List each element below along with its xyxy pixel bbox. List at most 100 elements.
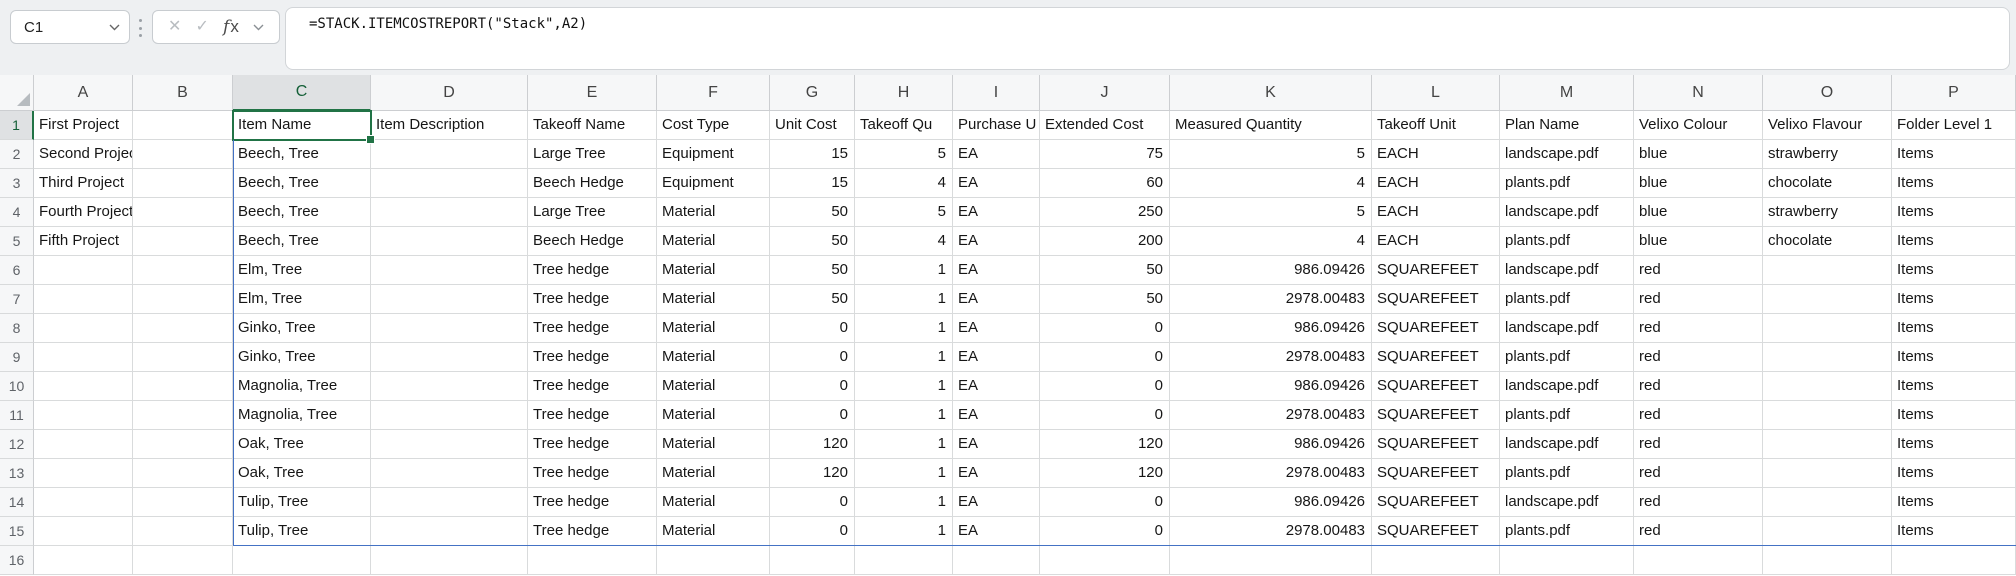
cell-B6[interactable] (133, 256, 233, 285)
cell-N13[interactable]: red (1634, 459, 1763, 488)
cell-K13[interactable]: 2978.00483 (1170, 459, 1372, 488)
column-header-G[interactable]: G (770, 75, 855, 111)
cell-N2[interactable]: blue (1634, 140, 1763, 169)
cell-H14[interactable]: 1 (855, 488, 953, 517)
cell-E7[interactable]: Tree hedge (528, 285, 657, 314)
cell-O6[interactable] (1763, 256, 1892, 285)
column-header-N[interactable]: N (1634, 75, 1763, 111)
cell-A15[interactable] (34, 517, 133, 546)
cell-J3[interactable]: 60 (1040, 169, 1170, 198)
cell-B2[interactable] (133, 140, 233, 169)
cell-B15[interactable] (133, 517, 233, 546)
cell-K7[interactable]: 2978.00483 (1170, 285, 1372, 314)
cell-K8[interactable]: 986.09426 (1170, 314, 1372, 343)
column-header-P[interactable]: P (1892, 75, 2016, 111)
cell-L10[interactable]: SQUAREFEET (1372, 372, 1500, 401)
cell-F4[interactable]: Material (657, 198, 770, 227)
cell-G14[interactable]: 0 (770, 488, 855, 517)
cell-K5[interactable]: 4 (1170, 227, 1372, 256)
cell-C13[interactable]: Oak, Tree (233, 459, 371, 488)
cell-E9[interactable]: Tree hedge (528, 343, 657, 372)
cell-E3[interactable]: Beech Hedge (528, 169, 657, 198)
cell-H1[interactable]: Takeoff Qu (855, 111, 953, 140)
cell-G8[interactable]: 0 (770, 314, 855, 343)
cell-H6[interactable]: 1 (855, 256, 953, 285)
cell-H9[interactable]: 1 (855, 343, 953, 372)
column-header-E[interactable]: E (528, 75, 657, 111)
column-header-B[interactable]: B (133, 75, 233, 111)
cell-D12[interactable] (371, 430, 528, 459)
row-header-1[interactable]: 1 (0, 111, 34, 140)
cell-C9[interactable]: Ginko, Tree (233, 343, 371, 372)
fill-handle[interactable] (366, 135, 375, 144)
cell-I7[interactable]: EA (953, 285, 1040, 314)
cell-D11[interactable] (371, 401, 528, 430)
cell-E13[interactable]: Tree hedge (528, 459, 657, 488)
cell-C8[interactable]: Ginko, Tree (233, 314, 371, 343)
cell-P5[interactable]: Items (1892, 227, 2016, 256)
cell-O3[interactable]: chocolate (1763, 169, 1892, 198)
cell-H2[interactable]: 5 (855, 140, 953, 169)
column-header-A[interactable]: A (34, 75, 133, 111)
cell-J4[interactable]: 250 (1040, 198, 1170, 227)
cell-L1[interactable]: Takeoff Unit (1372, 111, 1500, 140)
cell-K3[interactable]: 4 (1170, 169, 1372, 198)
cell-A3[interactable]: Third Project (34, 169, 133, 198)
cell-I5[interactable]: EA (953, 227, 1040, 256)
cell-C3[interactable]: Beech, Tree (233, 169, 371, 198)
cell-H3[interactable]: 4 (855, 169, 953, 198)
cell-C6[interactable]: Elm, Tree (233, 256, 371, 285)
cell-M14[interactable]: landscape.pdf (1500, 488, 1634, 517)
formula-input[interactable]: =STACK.ITEMCOSTREPORT("Stack",A2) (285, 7, 2010, 70)
cell-J15[interactable]: 0 (1040, 517, 1170, 546)
cell-P15[interactable]: Items (1892, 517, 2016, 546)
cell-I9[interactable]: EA (953, 343, 1040, 372)
cell-G5[interactable]: 50 (770, 227, 855, 256)
cell-H13[interactable]: 1 (855, 459, 953, 488)
cell-K14[interactable]: 986.09426 (1170, 488, 1372, 517)
cell-E4[interactable]: Large Tree (528, 198, 657, 227)
cell-B13[interactable] (133, 459, 233, 488)
cell-L12[interactable]: SQUAREFEET (1372, 430, 1500, 459)
cell-M11[interactable]: plants.pdf (1500, 401, 1634, 430)
cell-J11[interactable]: 0 (1040, 401, 1170, 430)
cell-D9[interactable] (371, 343, 528, 372)
cell-G13[interactable]: 120 (770, 459, 855, 488)
cell-H15[interactable]: 1 (855, 517, 953, 546)
cell-F7[interactable]: Material (657, 285, 770, 314)
cell-G15[interactable]: 0 (770, 517, 855, 546)
cell-K11[interactable]: 2978.00483 (1170, 401, 1372, 430)
cell-K9[interactable]: 2978.00483 (1170, 343, 1372, 372)
cell-M8[interactable]: landscape.pdf (1500, 314, 1634, 343)
cell-H8[interactable]: 1 (855, 314, 953, 343)
cell-O16[interactable] (1763, 546, 1892, 575)
cell-C7[interactable]: Elm, Tree (233, 285, 371, 314)
cell-O7[interactable] (1763, 285, 1892, 314)
column-header-C[interactable]: C (233, 75, 371, 111)
row-header-16[interactable]: 16 (0, 546, 34, 575)
cell-L11[interactable]: SQUAREFEET (1372, 401, 1500, 430)
cell-F12[interactable]: Material (657, 430, 770, 459)
cell-O15[interactable] (1763, 517, 1892, 546)
cell-M6[interactable]: landscape.pdf (1500, 256, 1634, 285)
cell-A5[interactable]: Fifth Project (34, 227, 133, 256)
select-all-corner[interactable] (0, 75, 34, 111)
cell-I8[interactable]: EA (953, 314, 1040, 343)
cell-B12[interactable] (133, 430, 233, 459)
row-header-4[interactable]: 4 (0, 198, 34, 227)
cell-J13[interactable]: 120 (1040, 459, 1170, 488)
column-header-M[interactable]: M (1500, 75, 1634, 111)
cell-N3[interactable]: blue (1634, 169, 1763, 198)
row-header-9[interactable]: 9 (0, 343, 34, 372)
cell-P6[interactable]: Items (1892, 256, 2016, 285)
cell-O13[interactable] (1763, 459, 1892, 488)
cell-H7[interactable]: 1 (855, 285, 953, 314)
cell-L9[interactable]: SQUAREFEET (1372, 343, 1500, 372)
cell-K12[interactable]: 986.09426 (1170, 430, 1372, 459)
cell-O10[interactable] (1763, 372, 1892, 401)
cell-B9[interactable] (133, 343, 233, 372)
cell-D7[interactable] (371, 285, 528, 314)
cell-A4[interactable]: Fourth Project (34, 198, 133, 227)
cell-H16[interactable] (855, 546, 953, 575)
cell-F14[interactable]: Material (657, 488, 770, 517)
